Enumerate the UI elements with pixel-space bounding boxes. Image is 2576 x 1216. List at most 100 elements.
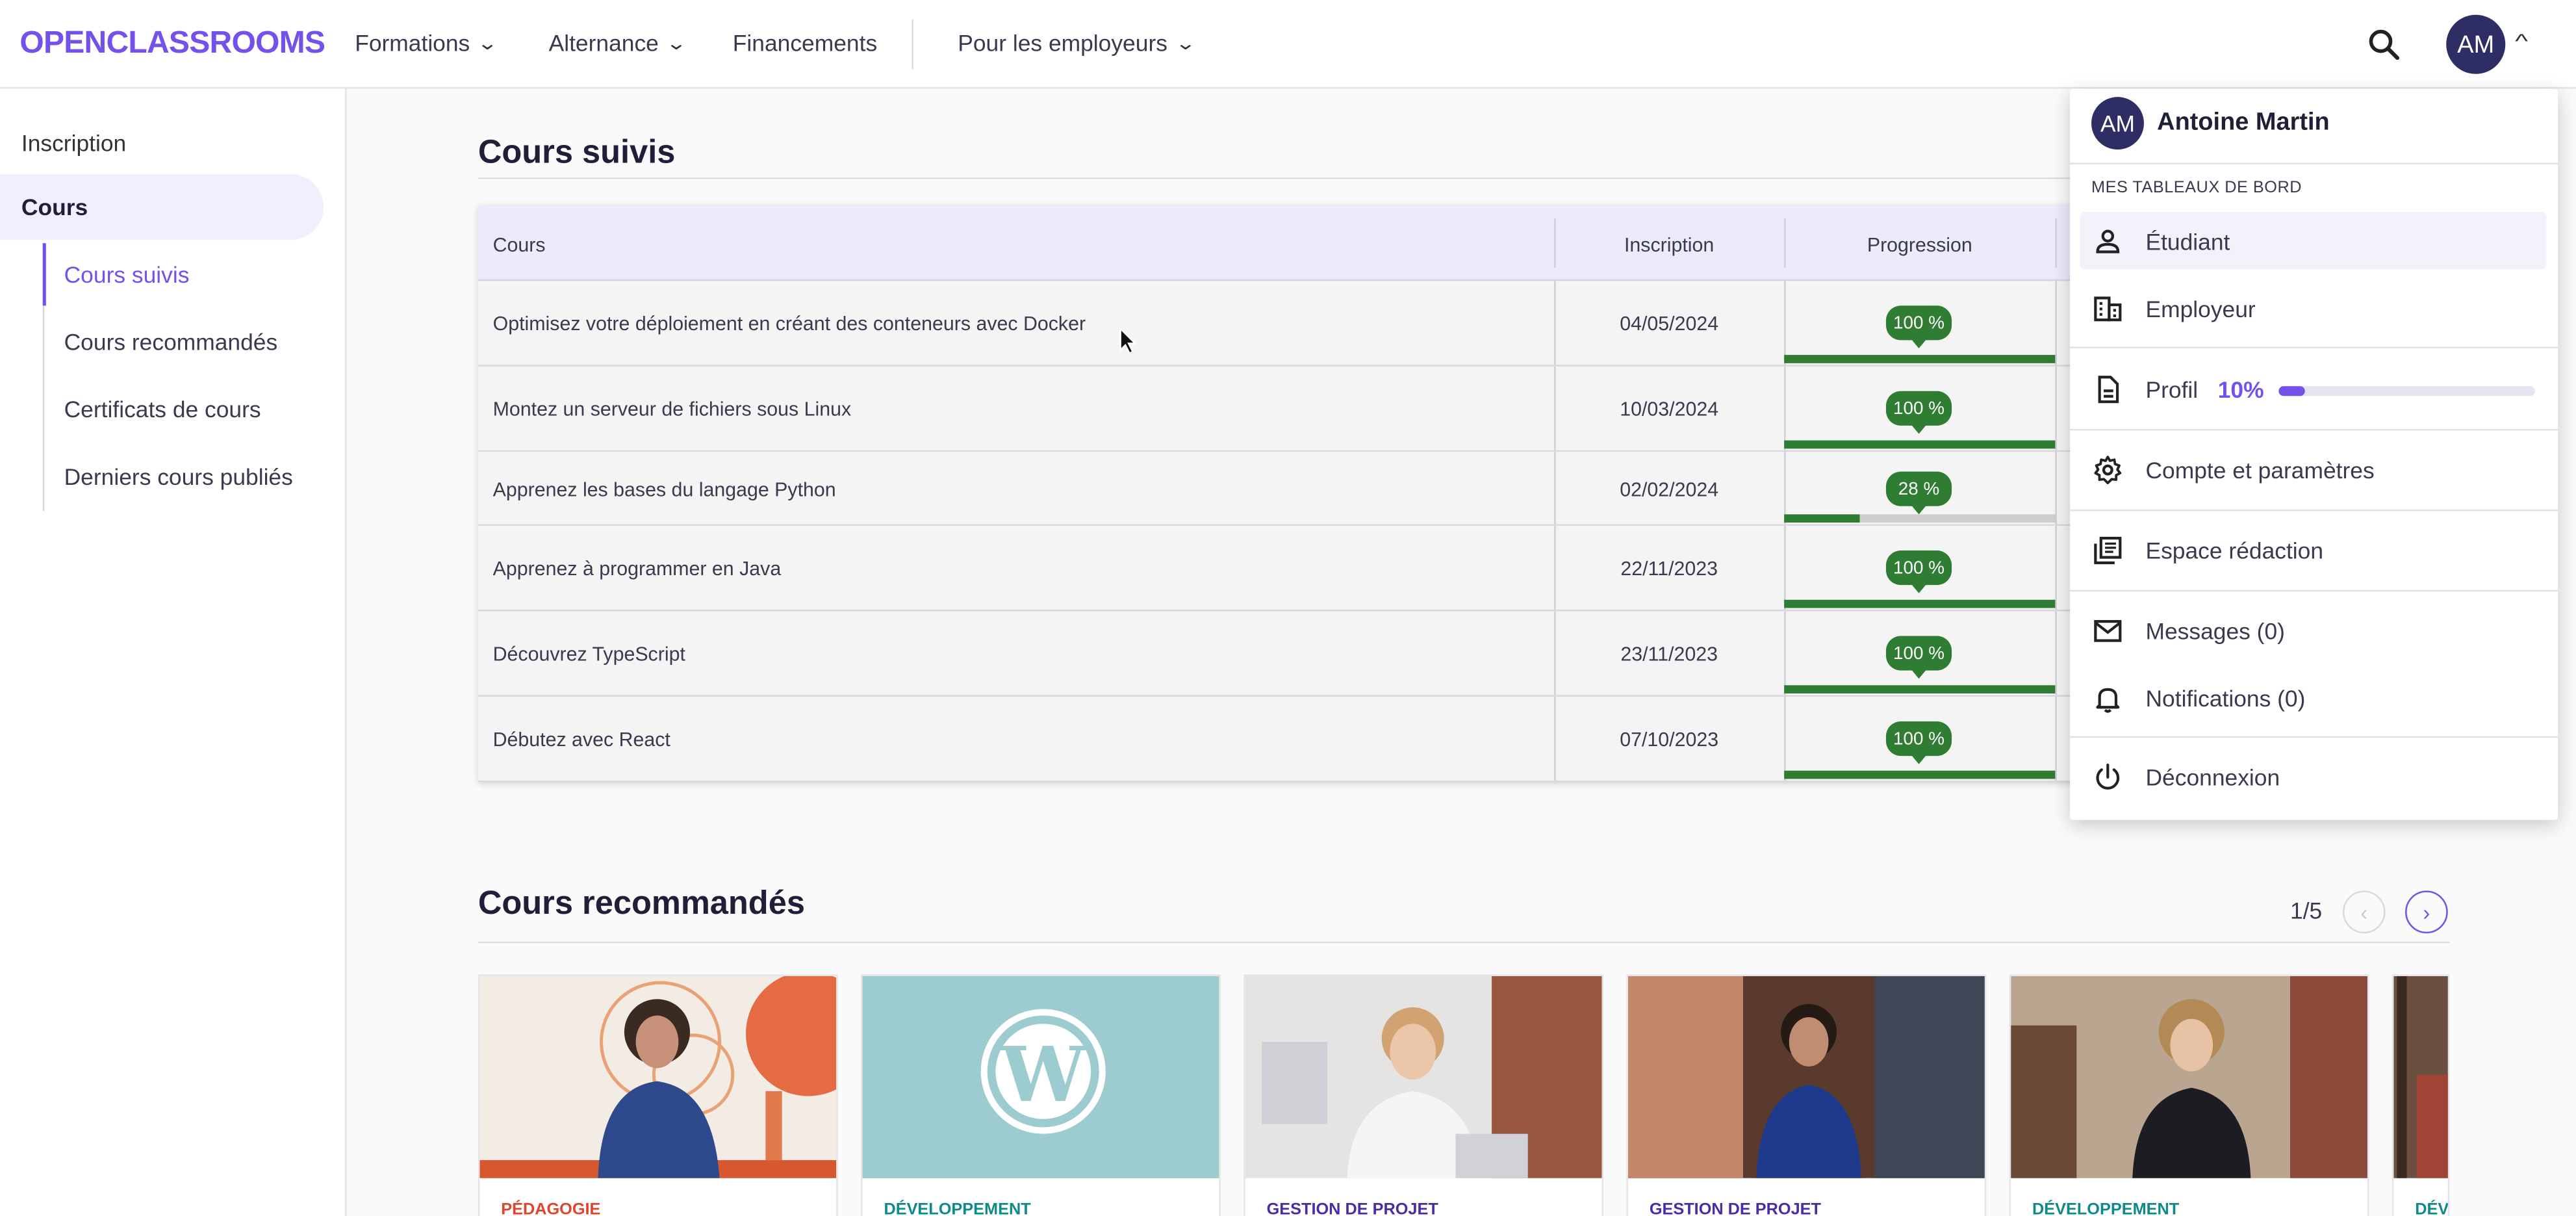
table-row[interactable]: Montez un serveur de fichiers sous Linux… — [478, 366, 2121, 452]
column-header-inscription[interactable]: Inscription — [1554, 233, 1784, 256]
table-row[interactable]: Découvrez TypeScript 23/11/2023 100 % — [478, 611, 2121, 697]
menu-item-employeur[interactable]: Employeur — [2070, 284, 2558, 333]
column-divider — [1784, 611, 1786, 695]
table-row[interactable]: Apprenez à programmer en Java 22/11/2023 1… — [478, 526, 2121, 612]
column-divider — [2055, 452, 2057, 524]
course-thumbnail-image — [1627, 976, 1985, 1178]
table-row[interactable]: Débutez avec React 07/10/2023 100 % — [478, 697, 2121, 783]
menu-item-profil[interactable]: Profil 10% — [2070, 365, 2558, 414]
menu-divider — [2070, 736, 2558, 738]
sidebar-item-cours-recommandes[interactable]: Cours recommandés — [64, 329, 278, 355]
chevron-down-icon: ⌄ — [665, 33, 687, 54]
menu-item-notifications[interactable]: Notifications (0) — [2070, 674, 2558, 723]
carousel-page-indicator: 1/5 — [2290, 897, 2323, 924]
card-category: GESTION DE PROJET — [1649, 1201, 1821, 1216]
progress-badge-label: 28 % — [1898, 479, 1940, 499]
nav-employeurs[interactable]: Pour les employeurs ⌄ — [958, 30, 1196, 56]
enrollment-date: 04/05/2024 — [1620, 312, 1719, 335]
progress-badge: 100 % — [1885, 550, 1952, 593]
column-divider — [2055, 281, 2057, 365]
progress-bar-fill — [1784, 685, 2056, 693]
column-header-cours[interactable]: Cours — [493, 233, 546, 256]
progress-badge-label: 100 % — [1893, 398, 1945, 419]
course-title[interactable]: Montez un serveur de fichiers sous Linux — [493, 398, 852, 420]
enrollment-date: 02/02/2024 — [1620, 478, 1719, 502]
power-icon — [2096, 763, 2120, 790]
sidebar-item-derniers-cours[interactable]: Derniers cours publiés — [64, 463, 293, 489]
nav-financements[interactable]: Financements — [733, 30, 877, 56]
course-card[interactable]: GESTION DE PROJET — [1626, 974, 1987, 1216]
course-card[interactable]: DÉVELOPPEMENT — [2009, 974, 2369, 1216]
chevron-down-icon: ⌄ — [476, 33, 498, 54]
column-divider — [2055, 526, 2057, 610]
chevron-up-icon[interactable]: ^ — [2515, 30, 2528, 53]
bell-icon — [2096, 688, 2120, 713]
course-card[interactable]: PÉDAGOGIE — [478, 974, 838, 1216]
chevron-left-icon: ‹ — [2360, 899, 2368, 925]
enrollment-date: 10/03/2024 — [1620, 397, 1719, 421]
sidebar-item-cours-label: Cours — [21, 194, 88, 220]
nav-alternance-label: Alternance — [548, 29, 659, 56]
course-title[interactable]: Apprenez à programmer en Java — [493, 557, 782, 580]
enrollment-date: 23/11/2023 — [1620, 642, 1718, 666]
nav-alternance[interactable]: Alternance ⌄ — [548, 29, 687, 56]
sidebar-item-cours[interactable]: Cours — [0, 174, 324, 240]
menu-item-label: Employeur — [2145, 296, 2256, 322]
document-icon — [2098, 376, 2119, 404]
menu-item-etudiant[interactable]: Étudiant — [2070, 217, 2558, 266]
menu-divider — [2070, 428, 2558, 431]
course-title[interactable]: Optimisez votre déploiement en créant de… — [493, 312, 1086, 335]
mail-icon — [2094, 620, 2122, 642]
user-avatar-button[interactable]: AM — [2446, 14, 2506, 74]
library-icon — [2094, 536, 2122, 565]
menu-item-label: Espace rédaction — [2145, 537, 2324, 564]
table-row[interactable]: Optimisez votre déploiement en créant de… — [478, 281, 2121, 367]
column-divider — [1784, 281, 1786, 365]
menu-item-label: Compte et paramètres — [2145, 456, 2375, 484]
nav-formations-label: Formations — [355, 29, 470, 56]
sidebar-item-inscription[interactable]: Inscription — [21, 130, 126, 156]
progress-bar — [1784, 770, 2056, 779]
progress-bar-fill — [1784, 514, 1860, 523]
column-header-progression[interactable]: Progression — [1784, 233, 2055, 256]
course-title[interactable]: Découvrez TypeScript — [493, 643, 685, 666]
search-icon[interactable] — [2366, 26, 2402, 62]
menu-item-redaction[interactable]: Espace rédaction — [2070, 526, 2558, 575]
menu-item-deconnexion[interactable]: Déconnexion — [2070, 753, 2558, 802]
menu-item-compte[interactable]: Compte et paramètres — [2070, 445, 2558, 495]
course-card[interactable]: W DÉVELOPPEMENT — [861, 974, 1221, 1216]
sidebar-item-cours-suivis[interactable]: Cours suivis — [64, 261, 190, 287]
column-divider — [1784, 366, 1786, 450]
chevron-down-icon: ⌄ — [1174, 33, 1196, 54]
course-title[interactable]: Apprenez les bases du langage Python — [493, 478, 836, 501]
user-name: Antoine Martin — [2157, 108, 2330, 136]
carousel-prev-button[interactable]: ‹ — [2342, 890, 2386, 934]
column-divider — [2055, 366, 2057, 450]
card-category: GESTION DE PROJET — [1266, 1201, 1438, 1216]
course-thumbnail-image — [2011, 976, 2367, 1178]
menu-item-messages[interactable]: Messages (0) — [2070, 606, 2558, 656]
gear-icon — [2094, 456, 2122, 485]
progress-bar — [1784, 355, 2056, 363]
column-divider — [2055, 611, 2057, 695]
course-thumbnail-image — [479, 976, 837, 1178]
sidebar-item-certificats[interactable]: Certificats de cours — [64, 396, 261, 422]
course-card[interactable]: GESTION DE PROJET — [1243, 974, 1604, 1216]
carousel-next-button[interactable]: › — [2405, 890, 2448, 934]
nav-formations[interactable]: Formations ⌄ — [355, 29, 498, 56]
profile-completion-fill — [2278, 386, 2304, 396]
openclassrooms-logo[interactable]: OPENCLASSROOMS — [19, 26, 325, 62]
menu-item-label: Messages (0) — [2145, 617, 2285, 645]
progress-badge: 100 % — [1885, 636, 1952, 679]
course-title[interactable]: Débutez avec React — [493, 728, 670, 751]
nav-divider — [912, 19, 913, 70]
table-header: Cours Inscription Progression — [478, 205, 2121, 281]
progress-badge: 100 % — [1885, 721, 1952, 764]
column-divider — [1784, 526, 1786, 610]
wordpress-logo-image: W — [862, 976, 1219, 1178]
course-card-partial[interactable]: DÉV — [2391, 974, 2450, 1216]
column-divider — [2055, 697, 2057, 781]
table-row[interactable]: Apprenez les bases du langage Python 02/0… — [478, 452, 2121, 526]
progress-badge: 28 % — [1885, 471, 1952, 515]
sidebar-active-indicator — [42, 243, 46, 306]
